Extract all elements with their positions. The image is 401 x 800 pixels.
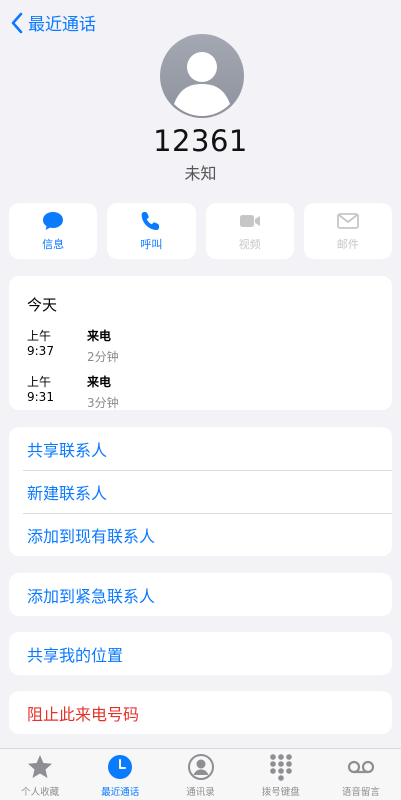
tab-label: 个人收藏 xyxy=(21,787,60,798)
tab-label: 语音留言 xyxy=(341,787,380,798)
contacts-icon xyxy=(187,754,214,780)
mail-label: 邮件 xyxy=(336,238,359,251)
history-entry: 上午 9:37 来电 2分钟 xyxy=(27,327,374,365)
mail-icon xyxy=(336,213,359,229)
share-location-card: 共享我的位置 xyxy=(9,632,392,675)
back-button[interactable]: 最近通话 xyxy=(10,10,96,35)
tab-recents[interactable]: 最近通话 xyxy=(80,749,160,800)
message-icon xyxy=(43,212,64,230)
share-location-item[interactable]: 共享我的位置 xyxy=(9,632,392,675)
call-button[interactable]: 呼叫 xyxy=(107,203,196,259)
history-type: 来电 xyxy=(87,329,112,343)
history-duration: 3分钟 xyxy=(87,396,119,410)
contact-actions-card: 共享联系人 新建联系人 添加到现有联系人 xyxy=(9,427,392,556)
video-label: 视频 xyxy=(238,238,261,251)
history-type: 来电 xyxy=(87,375,112,389)
caller-number: 12361 xyxy=(153,124,248,158)
history-time: 上午 9:31 xyxy=(27,375,54,404)
call-label: 呼叫 xyxy=(140,238,163,251)
tab-keypad[interactable]: 拨号键盘 xyxy=(241,749,321,800)
keypad-icon xyxy=(269,754,292,781)
mail-button[interactable]: 邮件 xyxy=(303,203,392,259)
chevron-left-icon xyxy=(11,12,23,33)
message-button[interactable]: 信息 xyxy=(9,203,98,259)
tab-favorites[interactable]: 个人收藏 xyxy=(0,749,80,800)
history-time: 上午 9:37 xyxy=(27,329,54,358)
back-label: 最近通话 xyxy=(28,15,96,35)
tab-bar: 个人收藏 最近通话 通讯录 拨号键盘 语音留言 xyxy=(0,748,401,800)
caller-label: 未知 xyxy=(184,164,217,183)
new-contact-item[interactable]: 新建联系人 xyxy=(23,470,392,513)
block-caller-item[interactable]: 阻止此来电号码 xyxy=(9,691,392,734)
message-label: 信息 xyxy=(42,238,65,251)
avatar xyxy=(160,34,244,118)
share-contact-item[interactable]: 共享联系人 xyxy=(9,427,392,470)
video-icon xyxy=(239,215,260,227)
tab-contacts[interactable]: 通讯录 xyxy=(160,749,240,800)
phone-icon xyxy=(141,212,160,230)
history-duration: 2分钟 xyxy=(87,350,119,364)
block-card: 阻止此来电号码 xyxy=(9,691,392,734)
action-buttons: 信息 呼叫 视频 邮件 xyxy=(9,203,392,259)
person-icon xyxy=(174,52,230,116)
video-button[interactable]: 视频 xyxy=(205,203,294,259)
star-icon xyxy=(28,755,53,778)
tab-voicemail[interactable]: 语音留言 xyxy=(321,749,401,800)
call-history-card: 今天 上午 9:37 来电 2分钟 上午 9:31 来电 3分钟 xyxy=(9,276,392,410)
clock-icon xyxy=(108,755,133,779)
add-emergency-contact-item[interactable]: 添加到紧急联系人 xyxy=(9,573,392,616)
add-to-existing-contact-item[interactable]: 添加到现有联系人 xyxy=(23,513,392,556)
tab-label: 拨号键盘 xyxy=(261,787,300,798)
voicemail-icon xyxy=(347,760,375,774)
history-day: 今天 xyxy=(27,296,58,314)
tab-label: 通讯录 xyxy=(186,787,215,798)
tab-label: 最近通话 xyxy=(101,787,140,798)
history-entry: 上午 9:31 来电 3分钟 xyxy=(27,373,374,411)
emergency-card: 添加到紧急联系人 xyxy=(9,573,392,616)
